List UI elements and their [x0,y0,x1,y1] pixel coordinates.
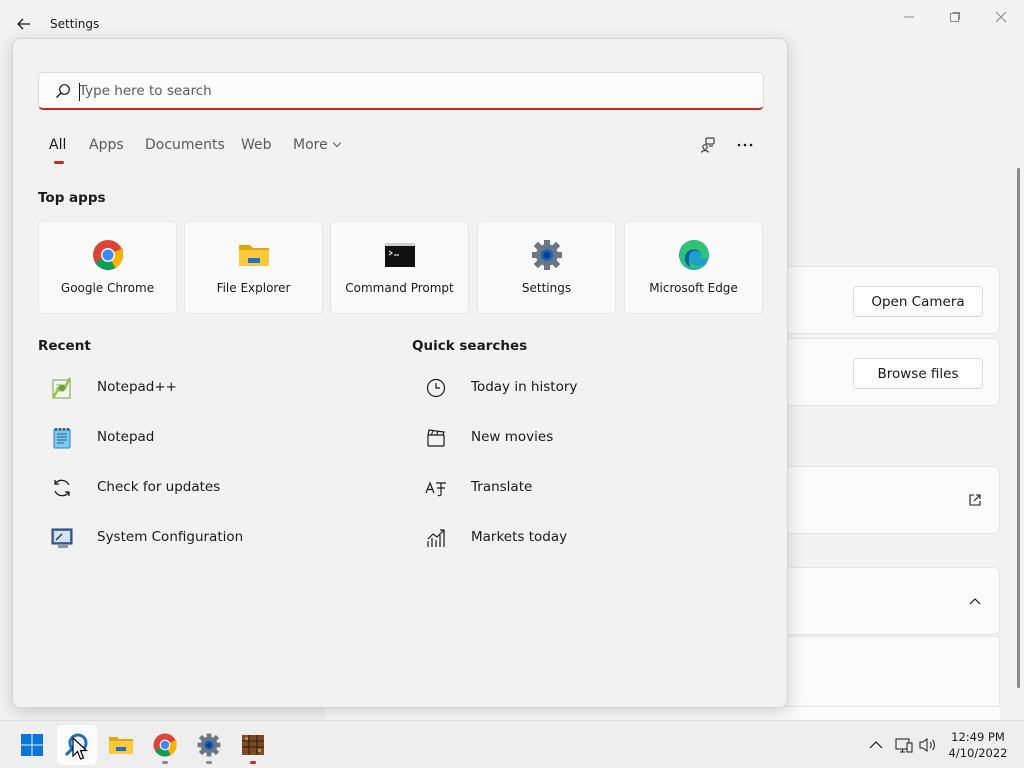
tab-all-label: All [49,137,67,153]
taskbar: 12:49 PM 4/10/2022 [0,720,1024,768]
tab-more-label: More [293,137,328,153]
volume-icon[interactable] [918,735,938,755]
search-box[interactable] [38,72,764,110]
clapperboard-icon [423,425,449,451]
external-link-icon[interactable] [968,493,982,511]
running-indicator [162,761,168,764]
open-camera-button[interactable]: Open Camera [853,286,983,317]
quick-searches-title: Quick searches [412,338,528,354]
expander-card[interactable] [788,567,1000,635]
item-label: New movies [471,429,554,445]
clock-time: 12:49 PM [951,730,1005,744]
recent-item-check-for-updates[interactable]: Check for updates [49,468,379,508]
top-app-microsoft-edge[interactable]: Microsoft Edge [624,221,763,314]
back-arrow-icon[interactable] [14,14,34,34]
item-label: System Configuration [97,529,244,545]
quick-search-markets-today[interactable]: Markets today [423,518,753,558]
search-input[interactable] [79,81,739,101]
account-switch-icon[interactable] [699,135,719,155]
link-card[interactable] [788,466,1000,534]
settings-gear-icon [197,733,221,757]
search-icon [55,83,71,99]
tab-documents[interactable]: Documents [145,137,225,153]
start-button[interactable] [12,725,52,765]
notepad-plus-plus-icon [49,375,75,401]
title-bar: Settings [0,0,1024,40]
file-explorer-icon [237,238,271,272]
chrome-icon [91,238,125,272]
tab-apps-label: Apps [89,137,124,153]
tab-documents-label: Documents [145,137,225,153]
top-app-command-prompt[interactable]: Command Prompt [330,221,469,314]
search-panel: All Apps Documents Web More Top apps Goo… [12,38,788,708]
chart-up-icon [423,525,449,551]
taskbar-settings[interactable] [189,725,229,765]
quick-search-today-in-history[interactable]: Today in history [423,368,753,408]
tile-label: Settings [521,281,572,295]
translate-icon [423,475,449,501]
running-indicator [250,761,256,764]
browse-files-button[interactable]: Browse files [853,358,983,389]
text-caret [79,83,80,101]
item-label: Notepad++ [97,379,177,395]
crate-icon [242,735,264,755]
more-options-icon[interactable] [735,135,755,155]
tile-label: Google Chrome [60,281,155,295]
tab-more[interactable]: More [293,137,341,153]
scrollbar[interactable] [1017,168,1020,688]
recent-item-notepad[interactable]: Notepad [49,418,379,458]
taskbar-file-explorer[interactable] [101,725,141,765]
recent-item-system-configuration[interactable]: System Configuration [49,518,379,558]
edge-icon [677,238,711,272]
item-label: Markets today [471,529,568,545]
item-label: Translate [471,479,533,495]
command-prompt-icon [383,238,417,272]
chevron-up-icon[interactable] [969,596,981,611]
tab-web[interactable]: Web [241,137,272,153]
top-app-settings[interactable]: Settings [477,221,616,314]
top-app-google-chrome[interactable]: Google Chrome [38,221,177,314]
system-configuration-icon [49,525,75,551]
recent-title: Recent [38,338,91,354]
tab-apps[interactable]: Apps [89,137,124,153]
windows-logo-icon [21,734,43,756]
chevron-up-icon[interactable] [866,735,886,755]
chevron-down-icon [332,138,341,148]
item-label: Check for updates [97,479,221,495]
tile-label: File Explorer [216,281,291,295]
tab-web-label: Web [241,137,272,153]
running-indicator [206,761,212,764]
clock-icon [423,375,449,401]
minimize-button[interactable] [886,6,932,28]
active-tab-indicator [54,161,64,164]
quick-search-translate[interactable]: Translate [423,468,753,508]
settings-gear-icon [530,238,564,272]
chrome-icon [153,733,177,757]
notepad-icon [49,425,75,451]
taskbar-chrome[interactable] [145,725,185,765]
system-clock[interactable]: 12:49 PM 4/10/2022 [940,729,1016,761]
clock-date: 4/10/2022 [948,746,1008,760]
window-title: Settings [50,17,100,31]
taskbar-archive-app[interactable] [233,725,273,765]
item-label: Today in history [471,379,578,395]
refresh-icon [49,475,75,501]
content-strip [325,706,1000,720]
maximize-button[interactable] [932,6,978,28]
top-app-file-explorer[interactable]: File Explorer [184,221,323,314]
recent-item-notepad-plus-plus[interactable]: Notepad++ [49,368,379,408]
tab-all[interactable]: All [49,137,67,164]
top-apps-title: Top apps [38,190,106,206]
file-explorer-icon [109,737,133,754]
quick-search-new-movies[interactable]: New movies [423,418,753,458]
tile-label: Microsoft Edge [649,281,738,295]
tile-label: Command Prompt [345,281,454,295]
item-label: Notepad [97,429,155,445]
mouse-pointer-icon [72,736,89,761]
close-button[interactable] [978,6,1024,28]
network-icon[interactable] [894,735,914,755]
